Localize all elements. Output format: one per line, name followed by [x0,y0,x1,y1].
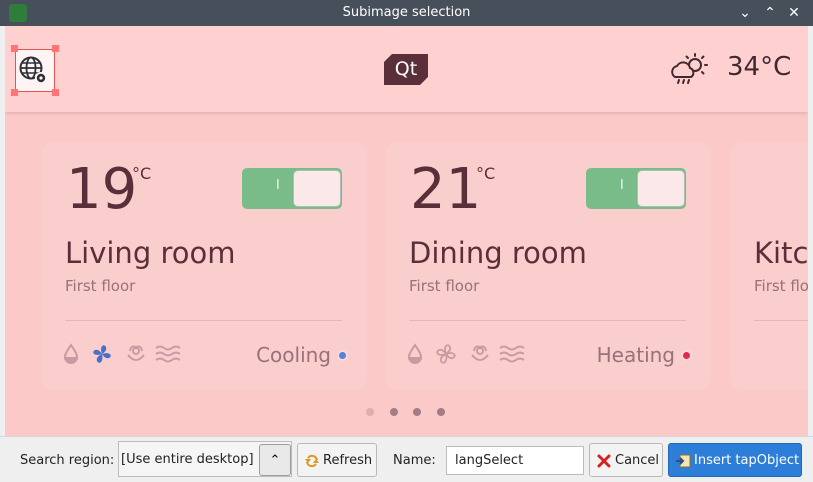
switch-on-mark: I [620,178,624,193]
page-dot[interactable] [437,408,445,416]
page-dot[interactable] [366,408,374,416]
desktop-capture[interactable]: Qt 34°C 19 °C I Living room First floor [5,26,808,436]
room-power-switch[interactable]: I [586,168,686,209]
selection-handle[interactable] [52,45,59,52]
selection-handle[interactable] [11,45,18,52]
mode-icon-row [407,343,525,364]
switch-knob[interactable] [637,170,685,207]
maximize-icon[interactable]: ⌃ [760,3,780,23]
insert-tapobject-button[interactable]: Insert tapObject [668,443,802,477]
cancel-label: Cancel [615,453,660,468]
name-input[interactable] [446,446,584,475]
window-title: Subimage selection [342,5,471,20]
room-card-kitchen[interactable]: Kitc First flo [731,142,808,390]
search-region-value: [Use entire desktop] [121,452,254,467]
page-dot[interactable] [413,408,421,416]
mode-indicator-dot [683,352,690,359]
selection-handle[interactable] [52,89,59,96]
temperature-unit: °C [132,164,152,183]
page-dot[interactable] [390,408,398,416]
search-region-label: Search region: [20,453,115,468]
page-indicator[interactable] [365,408,451,418]
insert-label: Insert tapObject [694,453,800,468]
insert-icon [676,454,691,468]
minimize-icon[interactable]: ⌄ [735,3,755,23]
mode-indicator-dot [339,352,346,359]
close-icon[interactable]: ✕ [784,3,804,23]
search-region-select[interactable]: [Use entire desktop] ⌃ [118,441,292,477]
divider [754,320,808,321]
room-temperature: 19 [66,157,138,222]
waves-icon [155,345,181,363]
qt-logo: Qt [384,54,428,85]
room-floor: First flo [754,277,808,295]
selection-handle[interactable] [11,89,18,96]
flower-icon [471,345,489,361]
room-card-living-room[interactable]: 19 °C I Living room First floor Cooling [42,142,367,390]
refresh-button[interactable]: Refresh [297,443,377,477]
room-name: Living room [65,236,236,270]
room-card-dining-room[interactable]: 21 °C I Dining room First floor Heating [386,142,711,390]
room-mode: Heating [596,343,675,367]
room-name: Dining room [409,236,587,270]
chevron-up-icon[interactable]: ⌃ [259,444,291,476]
cancel-button[interactable]: Cancel [589,443,663,477]
room-floor: First floor [65,277,136,295]
switch-knob[interactable] [293,170,341,207]
fan-icon [93,345,111,363]
room-floor: First floor [409,277,480,295]
title-bar: Subimage selection ⌄ ⌃ ✕ [0,0,813,26]
mode-icon-row [63,343,181,364]
room-power-switch[interactable]: I [242,168,342,209]
refresh-icon [305,454,319,468]
cancel-x-icon [597,454,611,468]
divider [65,320,342,321]
globe-settings-icon [19,56,47,84]
fan-icon [436,344,456,364]
room-temperature: 21 [410,157,482,222]
outside-temperature: 34°C [727,52,792,82]
refresh-label: Refresh [323,453,373,468]
room-mode: Cooling [256,343,331,367]
room-name: Kitc [754,236,808,270]
partly-cloudy-rain-icon [671,53,708,84]
switch-on-mark: I [276,178,280,193]
waves-icon [499,345,525,363]
temperature-unit: °C [476,164,496,183]
divider [409,320,686,321]
name-label: Name: [393,453,436,468]
flower-icon [127,345,145,361]
